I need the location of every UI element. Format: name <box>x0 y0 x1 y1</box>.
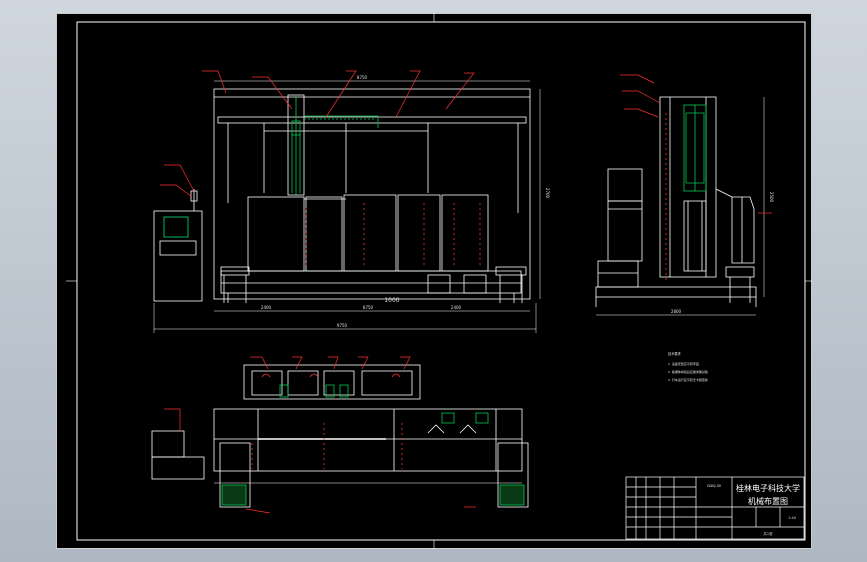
drawing-scale: 1:40 <box>788 516 796 520</box>
note-line-3: 3. 行车运行应平稳无卡阻现象 <box>668 377 708 382</box>
notes-title: 技术要求 <box>668 351 682 356</box>
dim-bottom-left: 2400 <box>261 305 272 310</box>
drawing-sheet: 8750 2400 8750 2400 9750 2700 1000 2800 … <box>56 13 812 549</box>
side-dim-text: 2800 2500 <box>671 192 774 314</box>
side-dim-height: 2500 <box>769 192 774 203</box>
sheet-count: 共1张 <box>763 531 773 536</box>
dim-height: 2700 <box>545 188 550 199</box>
top-view-small <box>243 364 421 400</box>
side-view <box>595 96 765 316</box>
dim-bottom-right: 2400 <box>451 305 462 310</box>
note-line-1: 1. 设备安装应平稳牢固 <box>668 361 699 366</box>
note-line-2: 2. 各槽体焊接后应做渗漏试验 <box>668 369 708 374</box>
plan-leaders <box>164 356 476 514</box>
side-dim-width: 2800 <box>671 309 682 314</box>
dim-elevation: 1000 <box>384 297 399 304</box>
plan-view <box>151 408 529 508</box>
school-name: 桂林电子科技大学 <box>736 483 800 493</box>
cad-drawing: 8750 2400 8750 2400 9750 2700 1000 2800 … <box>56 13 812 549</box>
dim-top: 8750 <box>357 75 368 80</box>
dim-bottom-mid: 8750 <box>363 305 374 310</box>
outer-frame <box>56 13 812 549</box>
drawing-title: 机械布置图 <box>748 496 788 506</box>
notes-block: 技术要求 1. 设备安装应平稳牢固 2. 各槽体焊接后应做渗漏试验 3. 行车运… <box>668 351 708 382</box>
inner-frame <box>76 21 806 541</box>
cad-viewport[interactable]: 8750 2400 8750 2400 9750 2700 1000 2800 … <box>0 0 867 562</box>
drawing-code: GDKJ-00 <box>707 484 721 488</box>
front-view <box>153 80 541 333</box>
dim-overall: 9750 <box>337 323 348 328</box>
front-leaders <box>160 70 475 198</box>
side-leaders <box>620 74 772 214</box>
title-block-text: 桂林电子科技大学 机械布置图 GDKJ-00 1:40 共1张 <box>707 483 800 536</box>
